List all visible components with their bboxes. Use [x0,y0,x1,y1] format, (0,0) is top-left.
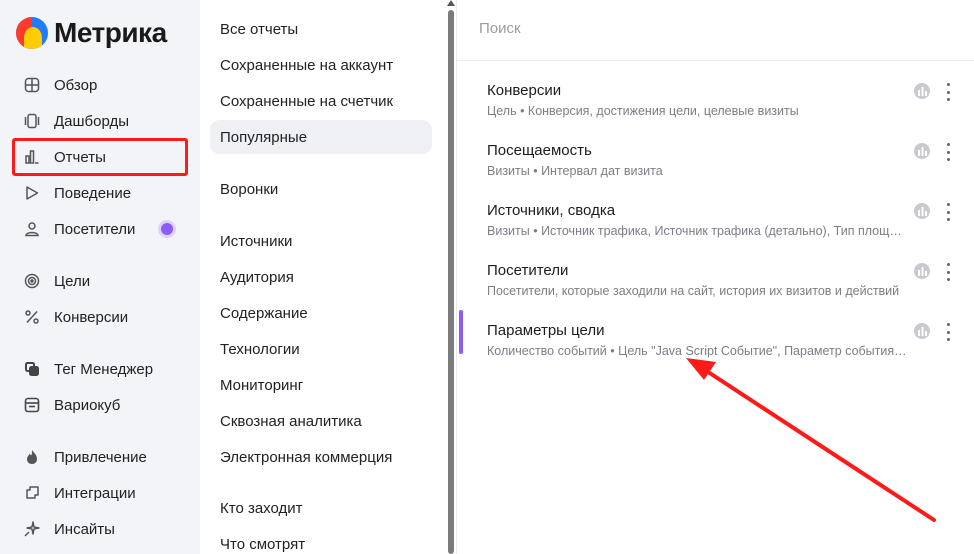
sidebar-item-visitors[interactable]: Посетители [12,212,188,246]
play-icon [23,184,41,202]
menu-item-ecommerce[interactable]: Электронная коммерция [210,440,432,474]
reports-list-panel: Поиск Конверсии Цель • Конверсия, достиж… [456,0,974,554]
menu-item-what-they-view[interactable]: Что смотрят [210,527,432,554]
sidebar-item-acquisition[interactable]: Привлечение [12,440,188,474]
variocube-icon [23,396,41,414]
sidebar-item-label: Конверсии [54,308,129,326]
percent-icon [23,308,41,326]
sidebar-item-label: Интеграции [54,484,136,502]
report-description: Количество событий • Цель "Java Script С… [487,344,907,358]
menu-item-who-visits[interactable]: Кто заходит [210,491,432,525]
chart-pin-icon[interactable] [913,142,931,160]
more-options-icon[interactable] [943,143,953,161]
report-description: Визиты • Источник трафика, Источник траф… [487,224,907,238]
sidebar-item-tag-manager[interactable]: Тег Менеджер [12,352,188,386]
sidebar-item-label: Отчеты [54,148,106,166]
sidebar-item-label: Привлечение [54,448,147,466]
sidebar-item-variocube[interactable]: Вариокуб [12,388,188,422]
more-options-icon[interactable] [943,203,953,221]
logo[interactable]: Метрика [16,16,167,50]
more-options-icon[interactable] [943,83,953,101]
menu-item-end-to-end-analytics[interactable]: Сквозная аналитика [210,404,432,438]
report-title: Источники, сводка [487,202,616,219]
dashboards-icon [23,112,41,130]
more-options-icon[interactable] [943,263,953,281]
sidebar-item-reports[interactable]: Отчеты [12,138,188,176]
sidebar-item-goals[interactable]: Цели [12,264,188,298]
more-options-icon[interactable] [943,323,953,341]
menu-item-saved-counter[interactable]: Сохраненные на счетчик [210,84,432,118]
grid-icon [23,76,41,94]
chart-pin-icon[interactable] [913,202,931,220]
metrika-logo-icon [16,17,48,49]
report-item-sources-summary[interactable]: Источники, сводка Визиты • Источник траф… [457,202,974,252]
report-description: Посетители, которые заходили на сайт, ис… [487,284,900,298]
chart-pin-icon[interactable] [913,262,931,280]
user-icon [23,220,41,238]
sidebar-item-dashboards[interactable]: Дашборды [12,104,188,138]
sidebar-item-label: Дашборды [54,112,129,130]
sidebar-item-conversions[interactable]: Конверсии [12,300,188,334]
report-title: Посещаемость [487,142,592,159]
sidebar-item-label: Вариокуб [54,396,121,414]
menu-item-audience[interactable]: Аудитория [210,260,432,294]
scroll-thumb[interactable] [448,10,454,554]
sidebar-item-overview[interactable]: Обзор [12,68,188,102]
search-input[interactable]: Поиск [479,20,521,37]
sidebar: Метрика Обзор Дашборды Отчеты Поведение … [0,0,200,554]
scroll-up-arrow-icon[interactable] [447,0,455,6]
menu-item-technologies[interactable]: Технологии [210,332,432,366]
sidebar-item-label: Цели [54,272,91,290]
menu-item-sources[interactable]: Источники [210,224,432,258]
sidebar-item-label: Инсайты [54,520,115,538]
menu-item-funnels[interactable]: Воронки [210,172,432,206]
sidebar-item-behavior[interactable]: Поведение [12,176,188,210]
menu-item-content[interactable]: Содержание [210,296,432,330]
report-item-traffic[interactable]: Посещаемость Визиты • Интервал дат визит… [457,142,974,192]
sidebar-item-label: Обзор [54,76,98,94]
reports-menu: Все отчеты Сохраненные на аккаунт Сохран… [200,0,446,554]
flame-icon [23,448,41,466]
logo-text: Метрика [54,17,167,48]
sparkle-icon [23,520,41,538]
sidebar-item-label: Посетители [54,220,136,238]
chart-pin-icon[interactable] [913,322,931,340]
report-description: Визиты • Интервал дат визита [487,164,663,178]
menu-scrollbar[interactable] [446,0,456,554]
report-title: Конверсии [487,82,562,99]
menu-item-saved-account[interactable]: Сохраненные на аккаунт [210,48,432,82]
report-title: Посетители [487,262,569,279]
target-icon [23,272,41,290]
menu-item-all-reports[interactable]: Все отчеты [210,12,432,46]
tag-manager-icon [23,360,41,378]
report-description: Цель • Конверсия, достижения цели, целев… [487,104,799,118]
menu-item-monitoring[interactable]: Мониторинг [210,368,432,402]
sidebar-item-insights[interactable]: Инсайты [12,512,188,546]
report-item-visitors[interactable]: Посетители Посетители, которые заходили … [457,262,974,312]
sidebar-item-label: Поведение [54,184,132,202]
menu-item-popular[interactable]: Популярные [210,120,432,154]
sidebar-item-label: Тег Менеджер [54,360,154,378]
report-item-conversions[interactable]: Конверсии Цель • Конверсия, достижения ц… [457,82,974,132]
bar-chart-icon [23,148,41,166]
report-title: Параметры цели [487,322,605,339]
divider [457,60,974,61]
active-marker [459,310,463,354]
report-item-goal-parameters[interactable]: Параметры цели Количество событий • Цель… [457,310,974,372]
chart-pin-icon[interactable] [913,82,931,100]
new-badge-dot [161,223,173,235]
sidebar-item-integrations[interactable]: Интеграции [12,476,188,510]
integrations-icon [23,484,41,502]
